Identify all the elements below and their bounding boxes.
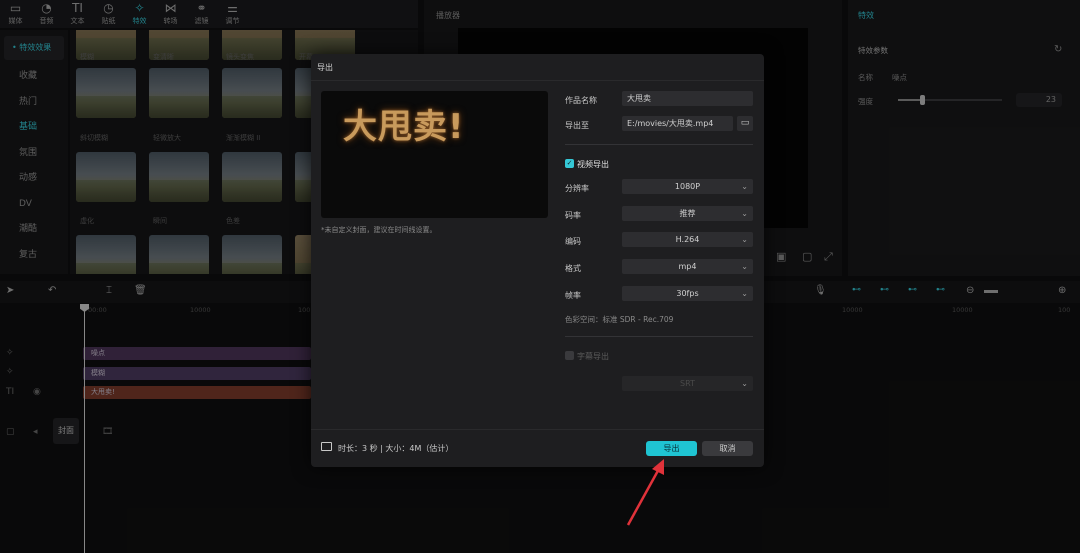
bitrate-label: 码率 <box>565 211 581 220</box>
codec-select[interactable]: H.264 ⌄ <box>622 232 753 247</box>
work-name-label: 作品名称 <box>565 96 597 105</box>
fps-value: 30fps <box>676 289 699 298</box>
cancel-button[interactable]: 取消 <box>702 441 753 456</box>
resolution-select[interactable]: 1080P ⌄ <box>622 179 753 194</box>
format-label: 格式 <box>565 264 581 273</box>
divider <box>311 429 764 430</box>
duration-size-info: 时长：3 秒 | 大小：4M（估计） <box>338 444 454 453</box>
bitrate-select[interactable]: 推荐 ⌄ <box>622 206 753 221</box>
divider <box>565 336 753 337</box>
chevron-down-icon: ⌄ <box>741 182 748 191</box>
work-name-input[interactable]: 大甩卖 <box>622 91 753 106</box>
film-icon <box>321 442 332 451</box>
color-space-text: 色彩空间：标准 SDR - Rec.709 <box>565 315 674 324</box>
subtitle-format-value: SRT <box>680 379 695 388</box>
folder-icon[interactable]: ▭ <box>737 116 753 131</box>
chevron-down-icon: ⌄ <box>741 209 748 218</box>
resolution-label: 分辨率 <box>565 184 589 193</box>
preview-title-text: 大甩卖! <box>343 107 465 147</box>
subtitle-export-label: 字幕导出 <box>577 352 609 361</box>
chevron-down-icon: ⌄ <box>741 262 748 271</box>
format-value: mp4 <box>678 262 697 271</box>
resolution-value: 1080P <box>674 182 701 191</box>
subtitle-export-checkbox[interactable] <box>565 351 574 360</box>
arrow-shaft <box>626 466 662 526</box>
export-to-label: 导出至 <box>565 121 589 130</box>
codec-value: H.264 <box>675 235 700 244</box>
video-export-checkbox[interactable]: ✓ <box>565 159 574 168</box>
divider <box>565 144 753 145</box>
format-select[interactable]: mp4 ⌄ <box>622 259 753 274</box>
cover-preview[interactable]: 大甩卖! <box>321 91 548 218</box>
chevron-down-icon: ⌄ <box>741 379 748 388</box>
export-button[interactable]: 导出 <box>646 441 697 456</box>
fps-label: 帧率 <box>565 291 581 300</box>
chevron-down-icon: ⌄ <box>741 235 748 244</box>
cover-hint: *未自定义封面，建议在时间线设置。 <box>321 226 437 234</box>
dialog-title: 导出 <box>317 63 333 72</box>
chevron-down-icon: ⌄ <box>741 289 748 298</box>
annotation-arrow <box>626 459 664 526</box>
codec-label: 编码 <box>565 237 581 246</box>
divider <box>311 80 764 81</box>
fps-select[interactable]: 30fps ⌄ <box>622 286 753 301</box>
subtitle-format-select: SRT ⌄ <box>622 376 753 391</box>
bitrate-value: 推荐 <box>679 209 696 218</box>
export-path-input[interactable]: E:/movies/大甩卖.mp4 <box>622 116 733 131</box>
export-dialog: 导出 大甩卖! *未自定义封面，建议在时间线设置。 作品名称 大甩卖 导出至 E… <box>311 54 764 467</box>
video-export-label: 视频导出 <box>577 160 609 169</box>
